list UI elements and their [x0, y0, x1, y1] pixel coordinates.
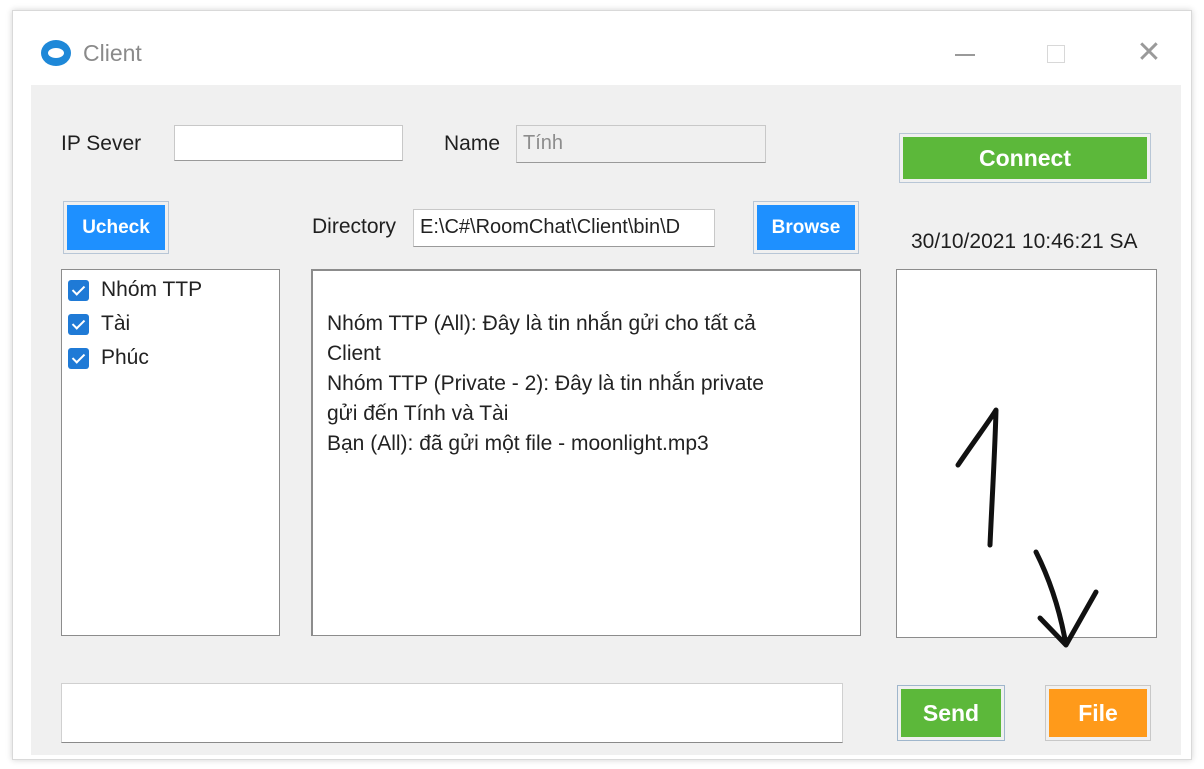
- message-log[interactable]: Nhóm TTP (All): Đây là tin nhắn gửi cho …: [311, 269, 861, 636]
- checkbox-icon[interactable]: [68, 313, 89, 335]
- close-button[interactable]: ✕: [1127, 35, 1171, 71]
- connect-button[interactable]: Connect: [899, 133, 1151, 183]
- title-bar[interactable]: Client ✕: [13, 11, 1191, 85]
- form-body: IP Sever Name Tính Connect Ucheck Direct…: [31, 85, 1181, 755]
- checkbox-icon[interactable]: [68, 279, 89, 301]
- checklist-item[interactable]: Phúc: [68, 345, 149, 371]
- message-line: gửi đến Tính và Tài: [327, 402, 509, 425]
- message-line: Bạn (All): đã gửi một file - moonlight.m…: [327, 432, 709, 455]
- client-window: Client ✕ IP Sever Name Tính Connect Uche…: [12, 10, 1192, 760]
- file-list[interactable]: [896, 269, 1157, 638]
- chat-bubble-icon: [41, 40, 71, 66]
- ip-server-label: IP Sever: [61, 132, 142, 155]
- name-input[interactable]: Tính: [516, 125, 766, 163]
- directory-input[interactable]: E:\C#\RoomChat\Client\bin\D: [413, 209, 715, 247]
- minimize-button[interactable]: [943, 35, 987, 71]
- maximize-button[interactable]: [1033, 35, 1077, 71]
- timestamp-label: 30/10/2021 10:46:21 SA: [911, 230, 1138, 253]
- name-label: Name: [444, 132, 501, 155]
- window-title: Client: [83, 40, 142, 66]
- ip-server-input[interactable]: [174, 125, 403, 161]
- client-checklist[interactable]: Nhóm TTP Tài Phúc: [61, 269, 280, 636]
- message-input[interactable]: [61, 683, 843, 743]
- checklist-item[interactable]: Nhóm TTP: [68, 277, 202, 303]
- message-line: Nhóm TTP (All): Đây là tin nhắn gửi cho …: [327, 312, 756, 335]
- file-button[interactable]: File: [1045, 685, 1151, 741]
- browse-button[interactable]: Browse: [753, 201, 859, 254]
- ucheck-button[interactable]: Ucheck: [63, 201, 169, 254]
- checklist-item[interactable]: Tài: [68, 311, 130, 337]
- message-line: Client: [327, 342, 381, 365]
- directory-label: Directory: [312, 215, 397, 238]
- send-button[interactable]: Send: [897, 685, 1005, 741]
- message-line: Nhóm TTP (Private - 2): Đây là tin nhắn …: [327, 372, 764, 395]
- checkbox-icon[interactable]: [68, 347, 89, 369]
